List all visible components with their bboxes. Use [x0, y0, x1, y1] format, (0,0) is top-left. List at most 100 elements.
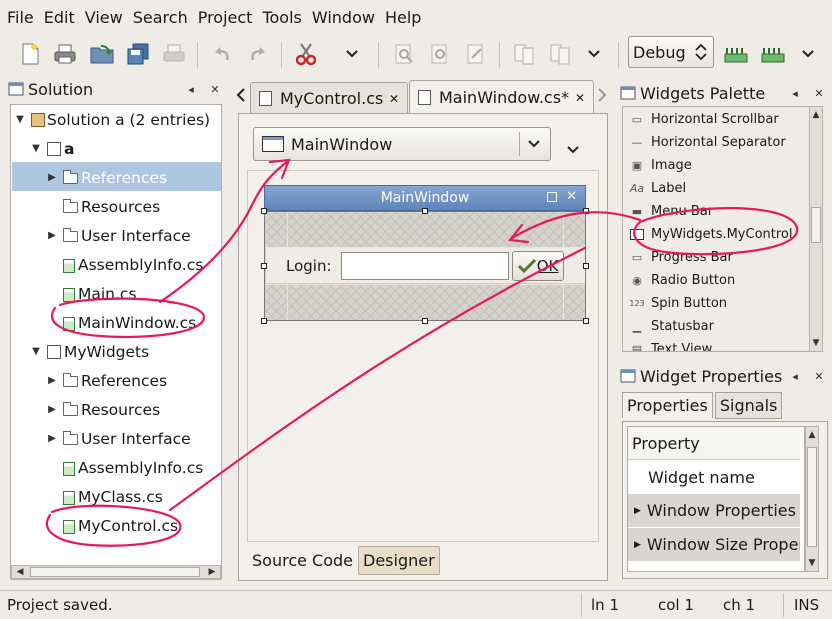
statusbar: Project saved. ln 1 col 1 ch 1 INS: [0, 590, 832, 619]
palette-item-radio-button[interactable]: ◉ Radio Button: [623, 269, 735, 292]
redo-icon[interactable]: [242, 38, 274, 70]
replace-icon[interactable]: [460, 38, 492, 70]
mock-main-window[interactable]: MainWindow ✕ Login: OK: [261, 185, 589, 324]
scroll-thumb[interactable]: [30, 567, 200, 577]
tabs-scroll-left-icon[interactable]: [236, 88, 250, 102]
chevron-down-icon: [528, 140, 540, 148]
find-in-files-icon[interactable]: [424, 38, 456, 70]
close-icon[interactable]: ✕: [208, 82, 222, 96]
tree-node-references[interactable]: ▶ References: [45, 164, 167, 191]
tree-node-user-interface-2[interactable]: ▶ User Interface: [45, 425, 191, 452]
tab-source-code[interactable]: Source Code: [247, 551, 358, 570]
solution-pane-header: Solution ◂ ✕: [8, 77, 228, 101]
build-configuration-select[interactable]: Debug: [628, 36, 714, 68]
tree-node-solution[interactable]: ▼ Solution a (2 entries): [13, 106, 210, 133]
undo-icon[interactable]: [206, 38, 238, 70]
tree-node-assemblyinfo-2[interactable]: AssemblyInfo.cs: [63, 454, 203, 481]
close-icon[interactable]: ✕: [389, 92, 399, 106]
toolbar-overflow-chevron-icon[interactable]: [796, 38, 820, 70]
tree-node-myclass-cs[interactable]: MyClass.cs: [63, 483, 163, 510]
tree-node-resources-2[interactable]: ▶ Resources: [45, 396, 160, 423]
pane-menu-icon[interactable]: ◂: [184, 82, 198, 96]
find-icon[interactable]: [388, 38, 420, 70]
login-input[interactable]: [340, 251, 509, 280]
toolbar: Debug: [0, 34, 832, 74]
pane-menu-icon[interactable]: ◂: [788, 86, 802, 100]
pane-menu-icon[interactable]: ◂: [788, 369, 802, 383]
property-widget-name[interactable]: Widget name: [628, 461, 800, 494]
cut-icon[interactable]: [290, 38, 322, 70]
widget-selector-combo[interactable]: MainWindow: [253, 127, 551, 161]
expander-open-icon: ▼: [32, 143, 40, 154]
scroll-thumb[interactable]: [807, 447, 817, 547]
palette-item-progress-bar[interactable]: ▭ Progress Bar: [623, 246, 733, 269]
open-folder-icon[interactable]: [86, 38, 118, 70]
solution-pane-title: Solution: [28, 79, 94, 99]
palette-item-text-view[interactable]: ▤ Text View: [623, 338, 712, 351]
palette-item-mywidgets-mycontrol[interactable]: MyWidgets.MyControl: [623, 223, 793, 246]
palette-item-horizontal-separator[interactable]: — Horizontal Separator: [623, 131, 786, 154]
tab-mycontrol-cs[interactable]: MyControl.cs ✕: [250, 82, 408, 114]
palette-item-label[interactable]: Aa Label: [623, 177, 686, 200]
custom-widget-icon: [623, 229, 651, 240]
tab-mainwindow-cs[interactable]: MainWindow.cs* ✕: [409, 80, 594, 114]
tab-properties[interactable]: Properties: [622, 392, 713, 418]
property-group-window-size-properties[interactable]: ▶ Window Size Properties: [628, 528, 800, 561]
new-file-icon[interactable]: [14, 38, 46, 70]
menu-file[interactable]: File: [2, 8, 39, 27]
property-group-window-properties[interactable]: ▶ Window Properties: [628, 494, 800, 527]
palette-item-statusbar[interactable]: ▁ Statusbar: [623, 315, 714, 338]
scroll-thumb[interactable]: [811, 207, 821, 243]
palette-item-horizontal-scrollbar[interactable]: ▭ Horizontal Scrollbar: [623, 108, 779, 131]
palette-v-scrollbar[interactable]: ▲ ▼: [809, 106, 823, 352]
tree-node-assemblyinfo[interactable]: AssemblyInfo.cs: [63, 251, 203, 278]
expander-closed-icon: ▶: [48, 172, 56, 183]
folder-icon: [63, 199, 78, 213]
palette-item-spin-button[interactable]: 123 Spin Button: [623, 292, 727, 315]
document-icon: [259, 91, 272, 106]
tree-node-mycontrol-cs[interactable]: MyControl.cs: [63, 512, 178, 539]
close-icon[interactable]: ✕: [575, 91, 585, 105]
menu-help[interactable]: Help: [380, 8, 426, 27]
tabs-scroll-right-icon[interactable]: [597, 88, 611, 102]
label-icon: Aa: [629, 182, 645, 195]
save-all-icon[interactable]: [122, 38, 154, 70]
tree-node-project-mywidgets[interactable]: ▼ MyWidgets: [29, 338, 149, 365]
solution-h-scrollbar[interactable]: ◀ ▶: [11, 565, 221, 579]
scroll-down-icon: ▼: [812, 338, 820, 348]
tab-signals[interactable]: Signals: [714, 391, 783, 419]
palette-item-image[interactable]: ▣ Image: [623, 154, 692, 177]
build-icon[interactable]: [720, 38, 752, 70]
toolbar-overflow-chevron-icon[interactable]: [582, 38, 606, 70]
menu-view[interactable]: View: [80, 8, 128, 27]
tree-node-main-cs[interactable]: Main.cs: [63, 280, 137, 307]
menu-project[interactable]: Project: [193, 8, 258, 27]
print-icon[interactable]: [49, 38, 81, 70]
folder-icon: [63, 228, 78, 242]
tree-node-resources[interactable]: Resources: [59, 193, 160, 220]
tree-node-references-2[interactable]: ▶ References: [45, 367, 167, 394]
tab-designer[interactable]: Designer: [358, 545, 440, 575]
print-preview-icon[interactable]: [158, 38, 190, 70]
tree-node-user-interface[interactable]: ▶ User Interface: [45, 222, 191, 249]
rebuild-icon[interactable]: [757, 38, 789, 70]
bookmark-icon[interactable]: [508, 38, 540, 70]
tree-node-project-a[interactable]: ▼ a: [29, 135, 74, 162]
menu-tools[interactable]: Tools: [257, 8, 306, 27]
toolbar-overflow-chevron-icon[interactable]: [340, 38, 364, 70]
palette-item-menu-bar[interactable]: ▬ Menu Bar: [623, 200, 713, 223]
close-icon[interactable]: ✕: [812, 369, 826, 383]
tree-node-mainwindow-cs[interactable]: MainWindow.cs: [63, 309, 196, 336]
properties-v-scrollbar[interactable]: ▲ ▼: [805, 426, 819, 572]
solution-pane-icon: [8, 82, 24, 96]
next-bookmark-icon[interactable]: [544, 38, 576, 70]
menu-search[interactable]: Search: [128, 8, 193, 27]
expander-open-icon: ▼: [16, 114, 24, 125]
folder-icon: [63, 373, 78, 387]
toolbar-separator: [618, 42, 619, 68]
ok-button[interactable]: OK: [511, 250, 564, 281]
menu-edit[interactable]: Edit: [39, 8, 80, 27]
designer-menu-chevron-icon[interactable]: [567, 140, 579, 158]
close-icon[interactable]: ✕: [812, 86, 826, 100]
menu-window[interactable]: Window: [307, 8, 380, 27]
